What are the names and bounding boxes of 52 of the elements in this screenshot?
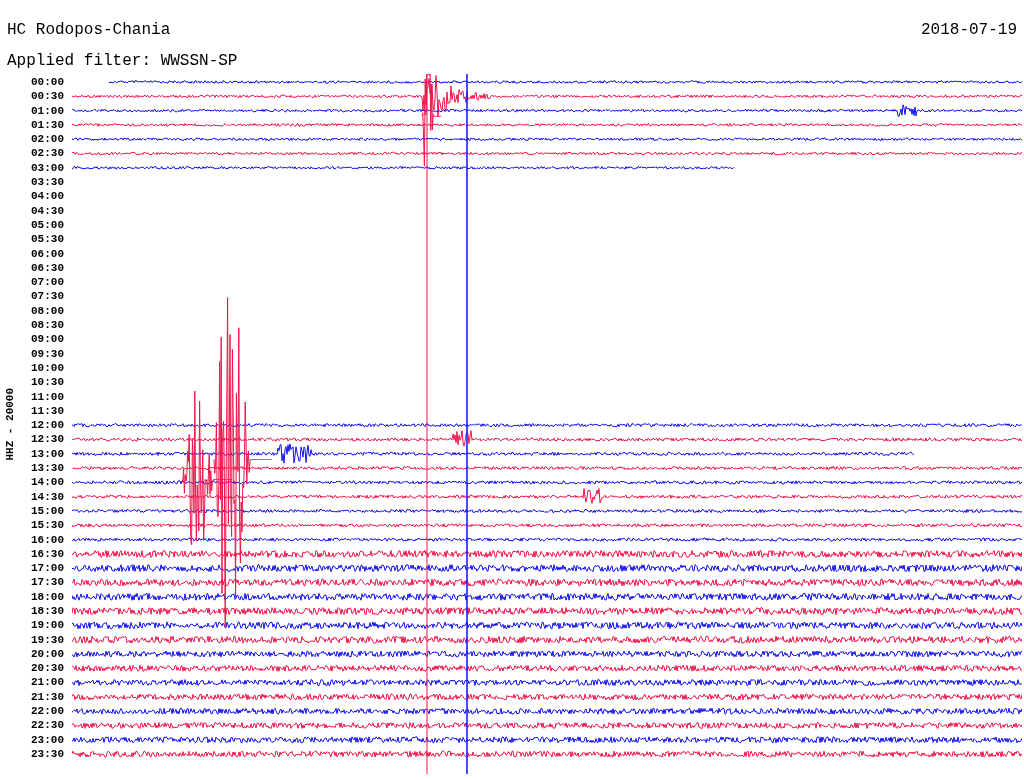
filter-label: Applied filter: WWSSN-SP (7, 52, 238, 70)
time-label: 04:30 (30, 203, 64, 218)
time-label: 08:00 (30, 303, 64, 319)
time-label: 05:30 (30, 232, 64, 247)
time-label: 01:00 (30, 103, 64, 118)
time-label: 19:30 (30, 632, 64, 647)
station-title: HC Rodopos-Chania (7, 20, 171, 40)
time-label: 17:00 (30, 561, 64, 576)
time-label: 11:30 (30, 403, 64, 419)
time-label: 17:30 (30, 575, 64, 590)
time-label: 06:30 (30, 260, 64, 276)
time-label: 08:30 (30, 318, 64, 333)
time-label: 06:00 (30, 246, 64, 261)
time-label: 09:30 (30, 346, 64, 361)
time-label: 02:00 (30, 132, 64, 147)
time-label: 21:30 (30, 689, 64, 705)
time-label: 22:00 (30, 704, 64, 719)
time-label: 23:00 (30, 732, 64, 747)
time-label: 03:30 (30, 175, 64, 190)
time-label: 20:00 (30, 646, 64, 662)
channel-label: HHZ - 20000 (2, 387, 17, 461)
time-label: 00:30 (30, 89, 64, 104)
time-label: 09:00 (30, 332, 64, 347)
time-label: 00:00 (30, 75, 64, 90)
date-label: 2018-07-19 (921, 20, 1017, 40)
time-label: 20:30 (30, 661, 64, 676)
time-label: 18:00 (30, 589, 64, 604)
time-label: 07:30 (30, 289, 64, 304)
time-label: 19:00 (30, 618, 64, 633)
time-label: 14:30 (30, 489, 64, 504)
time-label: 16:00 (30, 532, 64, 547)
time-label: 12:00 (30, 418, 64, 433)
time-label: 23:30 (30, 746, 64, 762)
time-label: 10:30 (30, 375, 64, 390)
time-label: 14:00 (30, 475, 64, 490)
time-label: 11:00 (30, 389, 64, 404)
time-label: 21:00 (30, 675, 64, 690)
time-label: 15:00 (30, 503, 64, 519)
time-label: 03:00 (30, 160, 64, 176)
time-label: 07:00 (30, 275, 64, 290)
time-label: 10:00 (30, 360, 64, 376)
time-label: 12:30 (30, 432, 64, 447)
time-label: 15:30 (30, 518, 64, 533)
time-label: 16:30 (30, 546, 64, 562)
time-label: 22:30 (30, 718, 64, 733)
time-label: 13:00 (30, 446, 64, 461)
time-label: 18:30 (30, 604, 64, 619)
time-label: 02:30 (30, 146, 64, 161)
time-label: 13:30 (30, 461, 64, 476)
time-label: 01:30 (30, 117, 64, 133)
time-label: 05:00 (30, 217, 64, 233)
time-label: 04:00 (30, 189, 64, 204)
